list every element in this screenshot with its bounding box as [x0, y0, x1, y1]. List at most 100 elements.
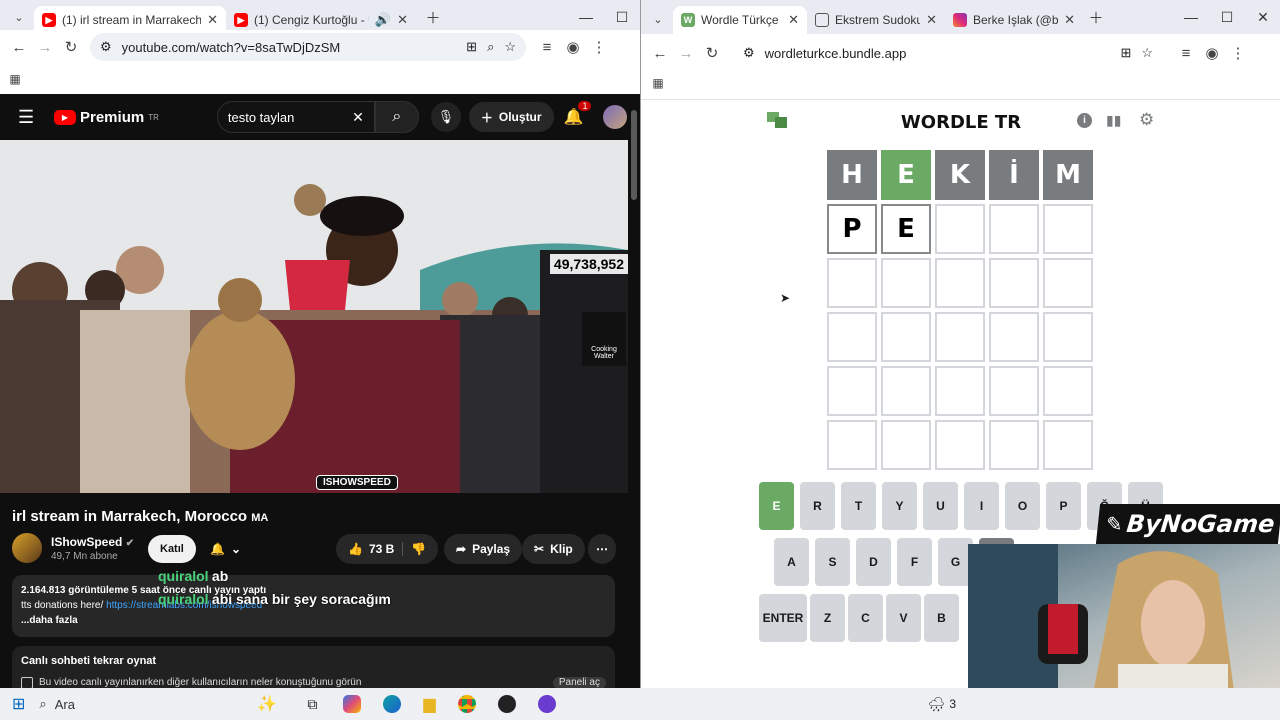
close-window-icon[interactable]: ✕ [1245, 9, 1280, 26]
microphone-icon[interactable]: 🎙 [430, 102, 461, 132]
search-input[interactable]: testo taylan ✕ [216, 101, 375, 133]
video-player[interactable]: 49,738,952 ISHOWSPEED Cooking Walter [0, 140, 628, 493]
close-tab-icon[interactable]: ✕ [397, 12, 408, 28]
key-enter[interactable]: ENTER [759, 594, 807, 642]
file-explorer-icon[interactable]: ▆ [423, 694, 435, 714]
key-z[interactable]: Z [810, 594, 845, 642]
avatar[interactable] [603, 105, 628, 129]
key-f[interactable]: F [897, 538, 932, 586]
site-info-icon[interactable]: ⚙ [743, 45, 755, 61]
subscribe-bell-button[interactable]: 🔔 ⌄ [198, 534, 253, 564]
apps-grid-icon[interactable]: ▦ [645, 70, 671, 96]
share-button[interactable]: ➦ Paylaş [444, 534, 523, 564]
windows-start-icon[interactable]: ⊞ [12, 694, 25, 714]
key-a[interactable]: A [774, 538, 809, 586]
reload-icon[interactable]: ↻ [58, 34, 84, 60]
show-more-link[interactable]: ...daha fazla [21, 613, 606, 628]
key-d[interactable]: D [856, 538, 891, 586]
scrollbar-thumb[interactable] [631, 110, 637, 200]
media-control-icon[interactable]: ≡ [1173, 40, 1199, 66]
new-tab-icon[interactable]: ＋ [420, 4, 446, 30]
tab-wordle[interactable]: W Wordle Türkçe - G ✕ [673, 6, 807, 34]
board-tile [1043, 258, 1093, 308]
key-i[interactable]: I [964, 482, 999, 530]
minimize-icon[interactable]: — [568, 9, 604, 25]
new-tab-icon[interactable]: ＋ [1083, 4, 1109, 30]
profile-icon[interactable]: ◉ [1199, 40, 1225, 66]
close-tab-icon[interactable]: ✕ [788, 12, 799, 28]
close-tab-icon[interactable]: ✕ [926, 12, 937, 28]
key-v[interactable]: V [886, 594, 921, 642]
reload-icon[interactable]: ↻ [699, 40, 725, 66]
close-tab-icon[interactable]: ✕ [1064, 12, 1075, 28]
notifications-bell-icon[interactable]: 🔔 1 [564, 101, 592, 127]
hamburger-menu-icon[interactable]: ☰ [18, 107, 38, 128]
tab-search-icon[interactable]: ⌄ [645, 6, 671, 32]
back-icon[interactable]: ← [647, 40, 673, 66]
copilot-app-icon[interactable] [343, 695, 362, 713]
install-icon[interactable]: ⊞ [466, 39, 477, 55]
back-icon[interactable]: ← [6, 34, 32, 60]
obs-icon[interactable] [497, 695, 516, 713]
key-s[interactable]: S [815, 538, 850, 586]
youtube-logo[interactable]: ▶ Premium TR [54, 109, 159, 126]
copilot-sparkle-icon[interactable]: ✨ [257, 694, 277, 714]
key-o[interactable]: O [1005, 482, 1040, 530]
minimize-icon[interactable]: — [1173, 9, 1209, 25]
discord-icon[interactable] [537, 695, 556, 713]
key-t[interactable]: T [841, 482, 876, 530]
menu-kebab-icon[interactable]: ⋮ [586, 34, 612, 60]
chrome-icon[interactable] [457, 695, 476, 713]
info-icon[interactable]: i [1077, 113, 1092, 128]
profile-icon[interactable]: ◉ [560, 34, 586, 60]
maximize-icon[interactable]: ☐ [1209, 9, 1245, 26]
checkbox-icon[interactable] [21, 677, 33, 688]
key-c[interactable]: C [848, 594, 883, 642]
key-b[interactable]: B [924, 594, 959, 642]
taskbar-search[interactable]: ⌕ Ara [39, 696, 209, 712]
address-bar[interactable]: ⚙ wordleturkce.bundle.app ⊞ ☆ [733, 39, 1163, 67]
site-info-icon[interactable]: ⚙ [100, 39, 112, 55]
channel-avatar[interactable] [12, 533, 42, 563]
like-icon[interactable]: 👍 [348, 542, 363, 556]
weather-icon[interactable]: 🌧 [928, 696, 946, 713]
task-view-icon[interactable]: ⧉ [307, 696, 317, 713]
board-tile [989, 258, 1039, 308]
key-e[interactable]: E [759, 482, 794, 530]
more-actions-icon[interactable]: ⋯ [588, 534, 616, 564]
install-icon[interactable]: ⊞ [1120, 45, 1131, 61]
tab-instagram[interactable]: Berke Işlak (@berk ✕ [945, 6, 1083, 34]
tab-search-icon[interactable]: ⌄ [6, 4, 32, 30]
bookmark-star-icon[interactable]: ☆ [504, 39, 516, 55]
apps-grid-icon[interactable]: ▦ [2, 66, 28, 92]
dislike-icon[interactable]: 👎 [402, 542, 426, 556]
stats-icon[interactable]: ▮▮ [1106, 112, 1121, 129]
key-y[interactable]: Y [882, 482, 917, 530]
open-panel-button[interactable]: Paneli aç [552, 677, 606, 688]
close-tab-icon[interactable]: ✕ [207, 12, 218, 28]
media-control-icon[interactable]: ≡ [534, 34, 560, 60]
key-u[interactable]: U [923, 482, 958, 530]
edge-icon[interactable] [383, 695, 402, 713]
maximize-icon[interactable]: ☐ [604, 9, 640, 26]
forward-icon[interactable]: → [673, 40, 699, 66]
create-button[interactable]: ＋ Oluştur [468, 102, 554, 132]
subscriber-count: 49,7 Mn abone [51, 551, 118, 562]
zoom-icon[interactable]: ⌕ [487, 39, 494, 55]
join-button[interactable]: Katıl [148, 535, 196, 563]
settings-icon[interactable]: ⚙ [1139, 110, 1154, 130]
search-icon[interactable]: ⌕ [374, 101, 419, 133]
menu-kebab-icon[interactable]: ⋮ [1225, 40, 1251, 66]
tab-sudoku[interactable]: Ekstrem Sudoku - ✕ [807, 6, 945, 34]
bookmark-star-icon[interactable]: ☆ [1141, 45, 1153, 61]
key-r[interactable]: R [800, 482, 835, 530]
address-bar[interactable]: ⚙ youtube.com/watch?v=8saTwDjDzSM ⊞ ⌕ ☆ [90, 33, 526, 61]
key-p[interactable]: P [1046, 482, 1081, 530]
wordle-logo-icon[interactable] [767, 112, 787, 128]
clip-button[interactable]: ✂ Klip [522, 534, 585, 564]
channel-name[interactable]: IShowSpeed ✔ [51, 535, 134, 549]
page-scrollbar[interactable] [628, 100, 640, 688]
webcam-overlay [968, 544, 1280, 688]
forward-icon[interactable]: → [32, 34, 58, 60]
clear-search-icon[interactable]: ✕ [352, 109, 364, 126]
